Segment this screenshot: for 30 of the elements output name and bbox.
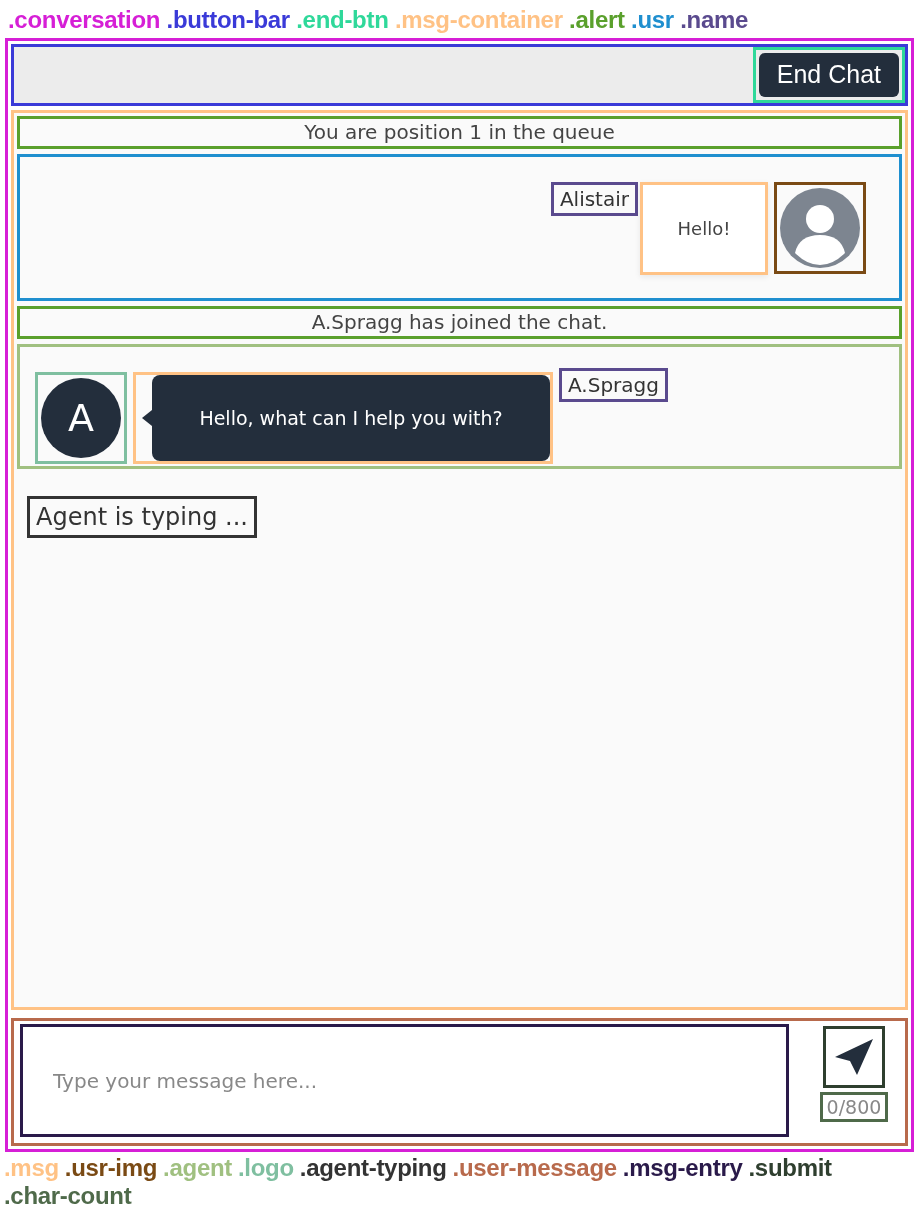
message-bubble: Hello, what can I help you with? <box>152 375 550 461</box>
end-chat-button[interactable]: End Chat <box>758 53 899 97</box>
legend-label: .submit <box>748 1154 832 1182</box>
message-bubble: Hello! <box>640 182 768 275</box>
legend-label: .conversation <box>8 6 161 33</box>
paper-plane-icon <box>833 1037 875 1077</box>
typing-indicator: Agent is typing ... <box>27 496 257 538</box>
legend-label: .usr-img <box>64 1154 158 1182</box>
legend-label: .agent-typing <box>299 1154 447 1182</box>
char-count: 0/800 <box>819 1092 889 1122</box>
legend-label: .user-message <box>452 1154 617 1182</box>
send-button[interactable] <box>823 1026 885 1088</box>
legend-label: .usr <box>631 6 674 33</box>
legend-label: .msg <box>4 1154 59 1182</box>
legend-label: .end-btn <box>296 6 389 33</box>
legend-label: .msg-container <box>394 6 563 33</box>
agent-name: A.Spragg <box>559 368 668 402</box>
agent-logo: A <box>41 378 121 458</box>
legend-label: .agent <box>163 1154 232 1182</box>
bubble-pointer-icon <box>142 410 152 426</box>
legend-label: .msg-entry <box>622 1154 743 1182</box>
legend-label: .alert <box>569 6 625 33</box>
legend-label: .char-count <box>4 1182 132 1210</box>
message-input-field[interactable]: Type your message here... <box>20 1024 789 1137</box>
legend-label: .logo <box>238 1154 294 1182</box>
user-name: Alistair <box>550 182 638 216</box>
legend-label: .name <box>680 6 749 33</box>
legend-label: .button-bar <box>166 6 290 33</box>
status-alert: A.Spragg has joined the chat. <box>17 306 902 339</box>
status-alert: You are position 1 in the queue <box>17 116 902 149</box>
